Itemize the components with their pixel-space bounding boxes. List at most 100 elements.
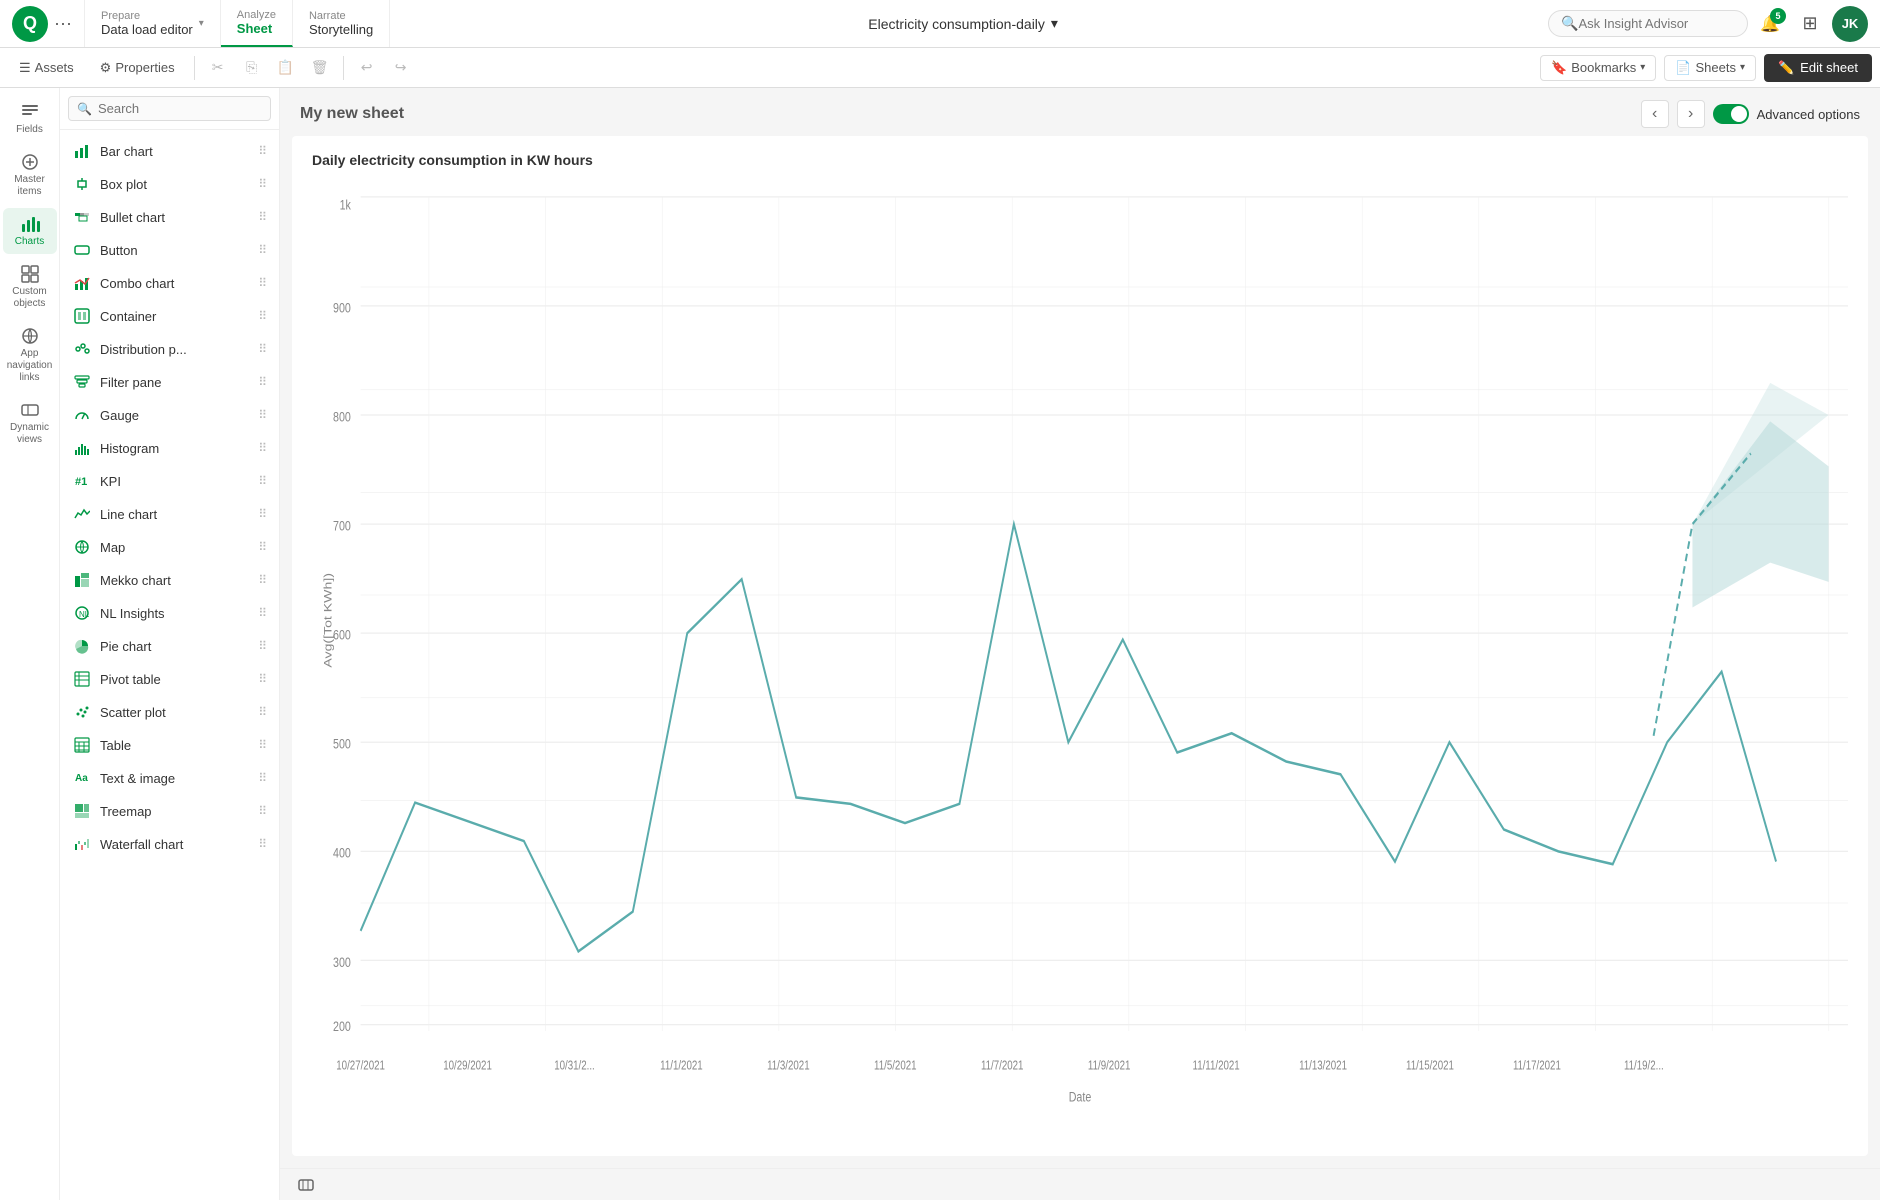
chart-item-treemap[interactable]: Treemap ⠿ bbox=[64, 795, 275, 827]
nl-insights-drag-handle[interactable]: ⠿ bbox=[258, 606, 267, 620]
sheet-prev-button[interactable]: ‹ bbox=[1641, 100, 1669, 128]
apps-grid-button[interactable]: ⊞ bbox=[1792, 6, 1828, 42]
button-drag-handle[interactable]: ⠿ bbox=[258, 243, 267, 257]
chart-item-gauge[interactable]: Gauge ⠿ bbox=[64, 399, 275, 431]
cut-button[interactable]: ✂ bbox=[203, 53, 233, 83]
chart-item-scatter[interactable]: Scatter plot ⠿ bbox=[64, 696, 275, 728]
treemap-drag-handle[interactable]: ⠿ bbox=[258, 804, 267, 818]
svg-text:11/5/2021: 11/5/2021 bbox=[874, 1059, 916, 1073]
svg-text:Avg([Tot KWh]): Avg([Tot KWh]) bbox=[322, 573, 334, 668]
sidebar-item-fields[interactable]: Fields bbox=[3, 96, 57, 142]
chart-item-line[interactable]: Line chart ⠿ bbox=[64, 498, 275, 530]
user-avatar[interactable]: JK bbox=[1832, 6, 1868, 42]
sidebar-item-master-items[interactable]: Master items bbox=[3, 146, 57, 204]
bar-chart-drag-handle[interactable]: ⠿ bbox=[258, 144, 267, 158]
properties-button[interactable]: ⚙ Properties bbox=[89, 55, 186, 81]
delete-button[interactable]: 🗑 bbox=[305, 53, 335, 83]
chart-item-pie[interactable]: Pie chart ⠿ bbox=[64, 630, 275, 662]
combo-chart-drag-handle[interactable]: ⠿ bbox=[258, 276, 267, 290]
edit-sheet-button[interactable]: ✏️ Edit sheet bbox=[1764, 54, 1872, 82]
sidebar-item-app-nav[interactable]: App navigation links bbox=[3, 320, 57, 390]
histogram-drag-handle[interactable]: ⠿ bbox=[258, 441, 267, 455]
chart-item-text-image[interactable]: Aa Text & image ⠿ bbox=[64, 762, 275, 794]
chart-item-bar[interactable]: Bar chart ⠿ bbox=[64, 135, 275, 167]
mekko-chart-icon bbox=[72, 570, 92, 590]
chart-item-bullet[interactable]: Bullet chart ⠿ bbox=[64, 201, 275, 233]
combo-chart-icon bbox=[72, 273, 92, 293]
bookmarks-button[interactable]: 🔖 Bookmarks ▾ bbox=[1540, 55, 1656, 81]
sheets-button[interactable]: 📄 Sheets ▾ bbox=[1664, 55, 1756, 81]
charts-search-box[interactable]: 🔍 bbox=[68, 96, 271, 121]
chart-item-container[interactable]: Container ⠿ bbox=[64, 300, 275, 332]
master-items-icon bbox=[20, 152, 40, 172]
advanced-options-toggle[interactable] bbox=[1713, 104, 1749, 124]
chart-item-box-plot[interactable]: Box plot ⠿ bbox=[64, 168, 275, 200]
gauge-drag-handle[interactable]: ⠿ bbox=[258, 408, 267, 422]
sheet-next-button[interactable]: › bbox=[1677, 100, 1705, 128]
filter-pane-drag-handle[interactable]: ⠿ bbox=[258, 375, 267, 389]
table-drag-handle[interactable]: ⠿ bbox=[258, 738, 267, 752]
chart-item-kpi[interactable]: #1 KPI ⠿ bbox=[64, 465, 275, 497]
chart-item-mekko[interactable]: Mekko chart ⠿ bbox=[64, 564, 275, 596]
waterfall-chart-drag-handle[interactable]: ⠿ bbox=[258, 837, 267, 851]
mekko-chart-drag-handle[interactable]: ⠿ bbox=[258, 573, 267, 587]
main-content: My new sheet ‹ › Advanced options Daily … bbox=[280, 88, 1880, 1200]
sheet-navigation: ‹ › Advanced options bbox=[1641, 100, 1860, 128]
pie-chart-drag-handle[interactable]: ⠿ bbox=[258, 639, 267, 653]
svg-text:900: 900 bbox=[333, 300, 351, 316]
chart-item-button[interactable]: Button ⠿ bbox=[64, 234, 275, 266]
edit-icon: ✏️ bbox=[1778, 60, 1794, 76]
tab-prepare[interactable]: Prepare Data load editor ▾ bbox=[85, 0, 221, 47]
paste-button[interactable]: 📋 bbox=[271, 53, 301, 83]
chart-container: Daily electricity consumption in KW hour… bbox=[292, 136, 1868, 1156]
charts-search-area: 🔍 bbox=[60, 88, 279, 130]
redo-button[interactable]: ↪ bbox=[386, 53, 416, 83]
tab-analyze[interactable]: Analyze Sheet bbox=[221, 0, 293, 47]
distribution-drag-handle[interactable]: ⠿ bbox=[258, 342, 267, 356]
qlik-logo[interactable]: Q bbox=[12, 6, 48, 42]
chart-item-table[interactable]: Table ⠿ bbox=[64, 729, 275, 761]
treemap-icon bbox=[72, 801, 92, 821]
box-plot-icon bbox=[72, 174, 92, 194]
chart-item-distribution[interactable]: Distribution p... ⠿ bbox=[64, 333, 275, 365]
chart-item-filter-pane[interactable]: Filter pane ⠿ bbox=[64, 366, 275, 398]
chart-item-map[interactable]: Map ⠿ bbox=[64, 531, 275, 563]
map-drag-handle[interactable]: ⠿ bbox=[258, 540, 267, 554]
sidebar-item-custom-objects[interactable]: Custom objects bbox=[3, 258, 57, 316]
sidebar-item-charts[interactable]: Charts bbox=[3, 208, 57, 254]
sidebar-item-dynamic-views[interactable]: Dynamic views bbox=[3, 394, 57, 452]
undo-button[interactable]: ↩ bbox=[352, 53, 382, 83]
copy-button[interactable]: ⎘ bbox=[237, 53, 267, 83]
bullet-chart-drag-handle[interactable]: ⠿ bbox=[258, 210, 267, 224]
search-icon: 🔍 bbox=[77, 102, 92, 116]
chart-item-combo[interactable]: Combo chart ⠿ bbox=[64, 267, 275, 299]
chart-item-histogram[interactable]: Histogram ⠿ bbox=[64, 432, 275, 464]
chart-item-nl-insights[interactable]: NL NL Insights ⠿ bbox=[64, 597, 275, 629]
insight-advisor-search[interactable]: 🔍 bbox=[1548, 10, 1748, 37]
chart-area: 1k 900 800 700 600 500 400 300 200 Avg([… bbox=[312, 184, 1848, 1108]
charts-search-input[interactable] bbox=[98, 101, 262, 116]
gauge-icon bbox=[72, 405, 92, 425]
chart-item-pivot-table[interactable]: Pivot table ⠿ bbox=[64, 663, 275, 695]
assets-button[interactable]: ☰ Assets bbox=[8, 55, 85, 81]
sheet-header: My new sheet ‹ › Advanced options bbox=[280, 88, 1880, 136]
box-plot-drag-handle[interactable]: ⠿ bbox=[258, 177, 267, 191]
svg-text:10/29/2021: 10/29/2021 bbox=[443, 1059, 492, 1073]
pivot-table-drag-handle[interactable]: ⠿ bbox=[258, 672, 267, 686]
svg-text:800: 800 bbox=[333, 409, 351, 425]
nav-dots-menu[interactable]: ··· bbox=[54, 13, 72, 34]
scatter-plot-drag-handle[interactable]: ⠿ bbox=[258, 705, 267, 719]
insight-advisor-input[interactable] bbox=[1578, 16, 1718, 31]
tab-narrate[interactable]: Narrate Storytelling bbox=[293, 0, 390, 47]
container-drag-handle[interactable]: ⠿ bbox=[258, 309, 267, 323]
line-chart-drag-handle[interactable]: ⠿ bbox=[258, 507, 267, 521]
text-image-drag-handle[interactable]: ⠿ bbox=[258, 771, 267, 785]
kpi-drag-handle[interactable]: ⠿ bbox=[258, 474, 267, 488]
chart-item-waterfall[interactable]: Waterfall chart ⠿ bbox=[64, 828, 275, 860]
scatter-plot-icon bbox=[72, 702, 92, 722]
nav-center: Electricity consumption-daily ▾ bbox=[390, 0, 1536, 47]
app-title[interactable]: Electricity consumption-daily ▾ bbox=[868, 15, 1058, 32]
notifications-button[interactable]: 🔔 5 bbox=[1752, 6, 1788, 42]
bottom-panel-icon[interactable] bbox=[292, 1171, 320, 1199]
svg-text:#1: #1 bbox=[75, 476, 87, 488]
